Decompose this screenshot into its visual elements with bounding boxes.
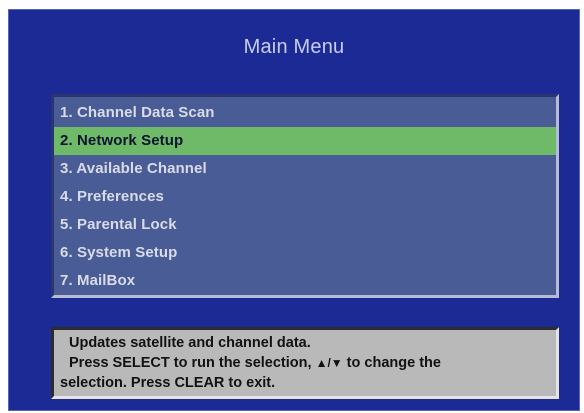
menu-item-available-channel[interactable]: 3. Available Channel	[54, 155, 556, 183]
menu-item-mailbox[interactable]: 7. MailBox	[54, 267, 556, 295]
help-description: Updates satellite and channel data.	[69, 335, 311, 351]
help-exit-instructions: selection. Press CLEAR to exit.	[60, 375, 276, 391]
menu-item-preferences[interactable]: 4. Preferences	[54, 183, 556, 211]
main-menu-list: 1. Channel Data Scan 2. Network Setup 3.…	[51, 94, 559, 298]
menu-item-system-setup[interactable]: 6. System Setup	[54, 239, 556, 267]
help-panel: Updates satellite and channel data. Pres…	[51, 327, 559, 399]
menu-title: Main Menu	[243, 36, 345, 58]
up-down-arrows-icon: ▲/▼	[315, 356, 343, 370]
menu-item-channel-data-scan[interactable]: 1. Channel Data Scan	[54, 99, 556, 127]
help-instructions-end: to change the	[342, 355, 441, 371]
help-instructions-start: Press SELECT to run the selection,	[69, 355, 316, 371]
help-instructions: Press SELECT to run the selection, ▲/▼ t…	[60, 353, 550, 373]
menu-item-network-setup[interactable]: 2. Network Setup	[54, 127, 556, 155]
menu-item-parental-lock[interactable]: 5. Parental Lock	[54, 211, 556, 239]
tv-screen: Main Menu 1. Channel Data Scan 2. Networ…	[8, 9, 580, 411]
